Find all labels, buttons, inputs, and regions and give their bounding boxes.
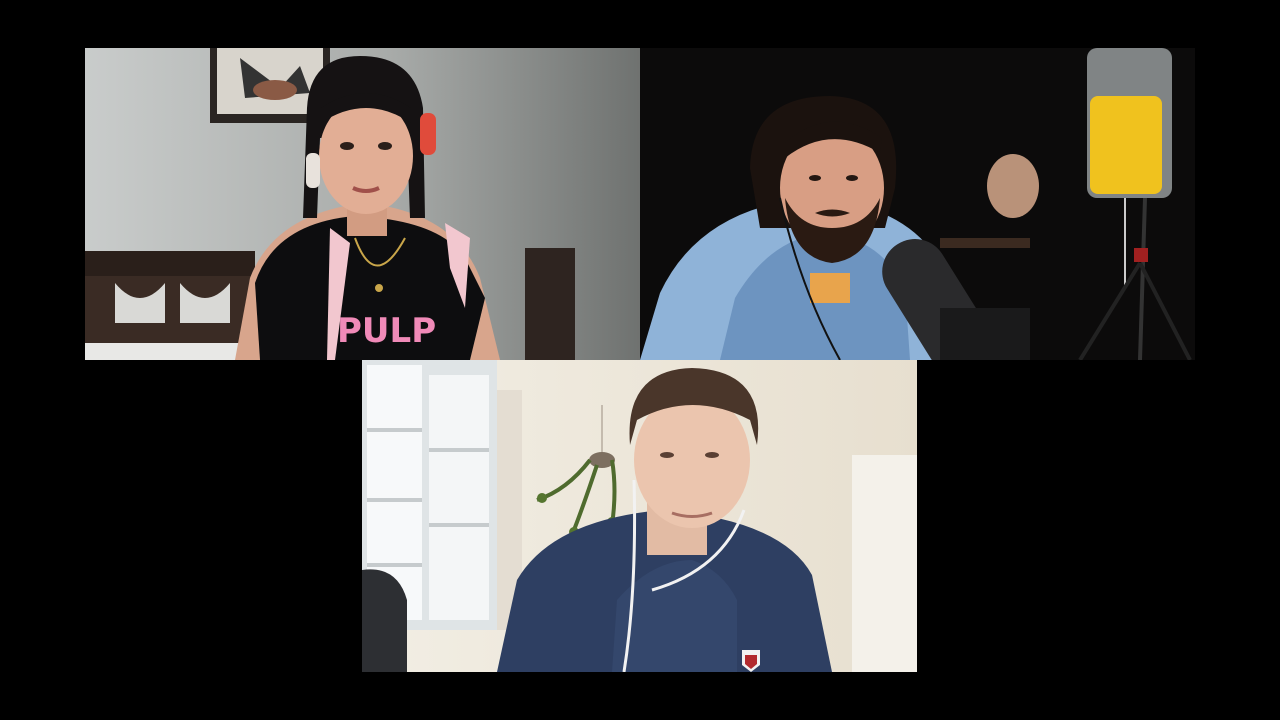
participant-video-3 [362, 360, 917, 672]
participant-video-tile-3[interactable] [362, 360, 917, 672]
wall-object [987, 154, 1039, 218]
participant-video-1: PULP [85, 48, 640, 360]
participant-video-2 [640, 48, 1195, 360]
shirt-text: PULP [337, 311, 436, 351]
participant-video-tile-2[interactable] [640, 48, 1195, 360]
participant-video-tile-1[interactable]: PULP [85, 48, 640, 360]
video-call-stage: PULP [0, 0, 1280, 720]
door [852, 455, 917, 672]
chair [362, 569, 407, 672]
